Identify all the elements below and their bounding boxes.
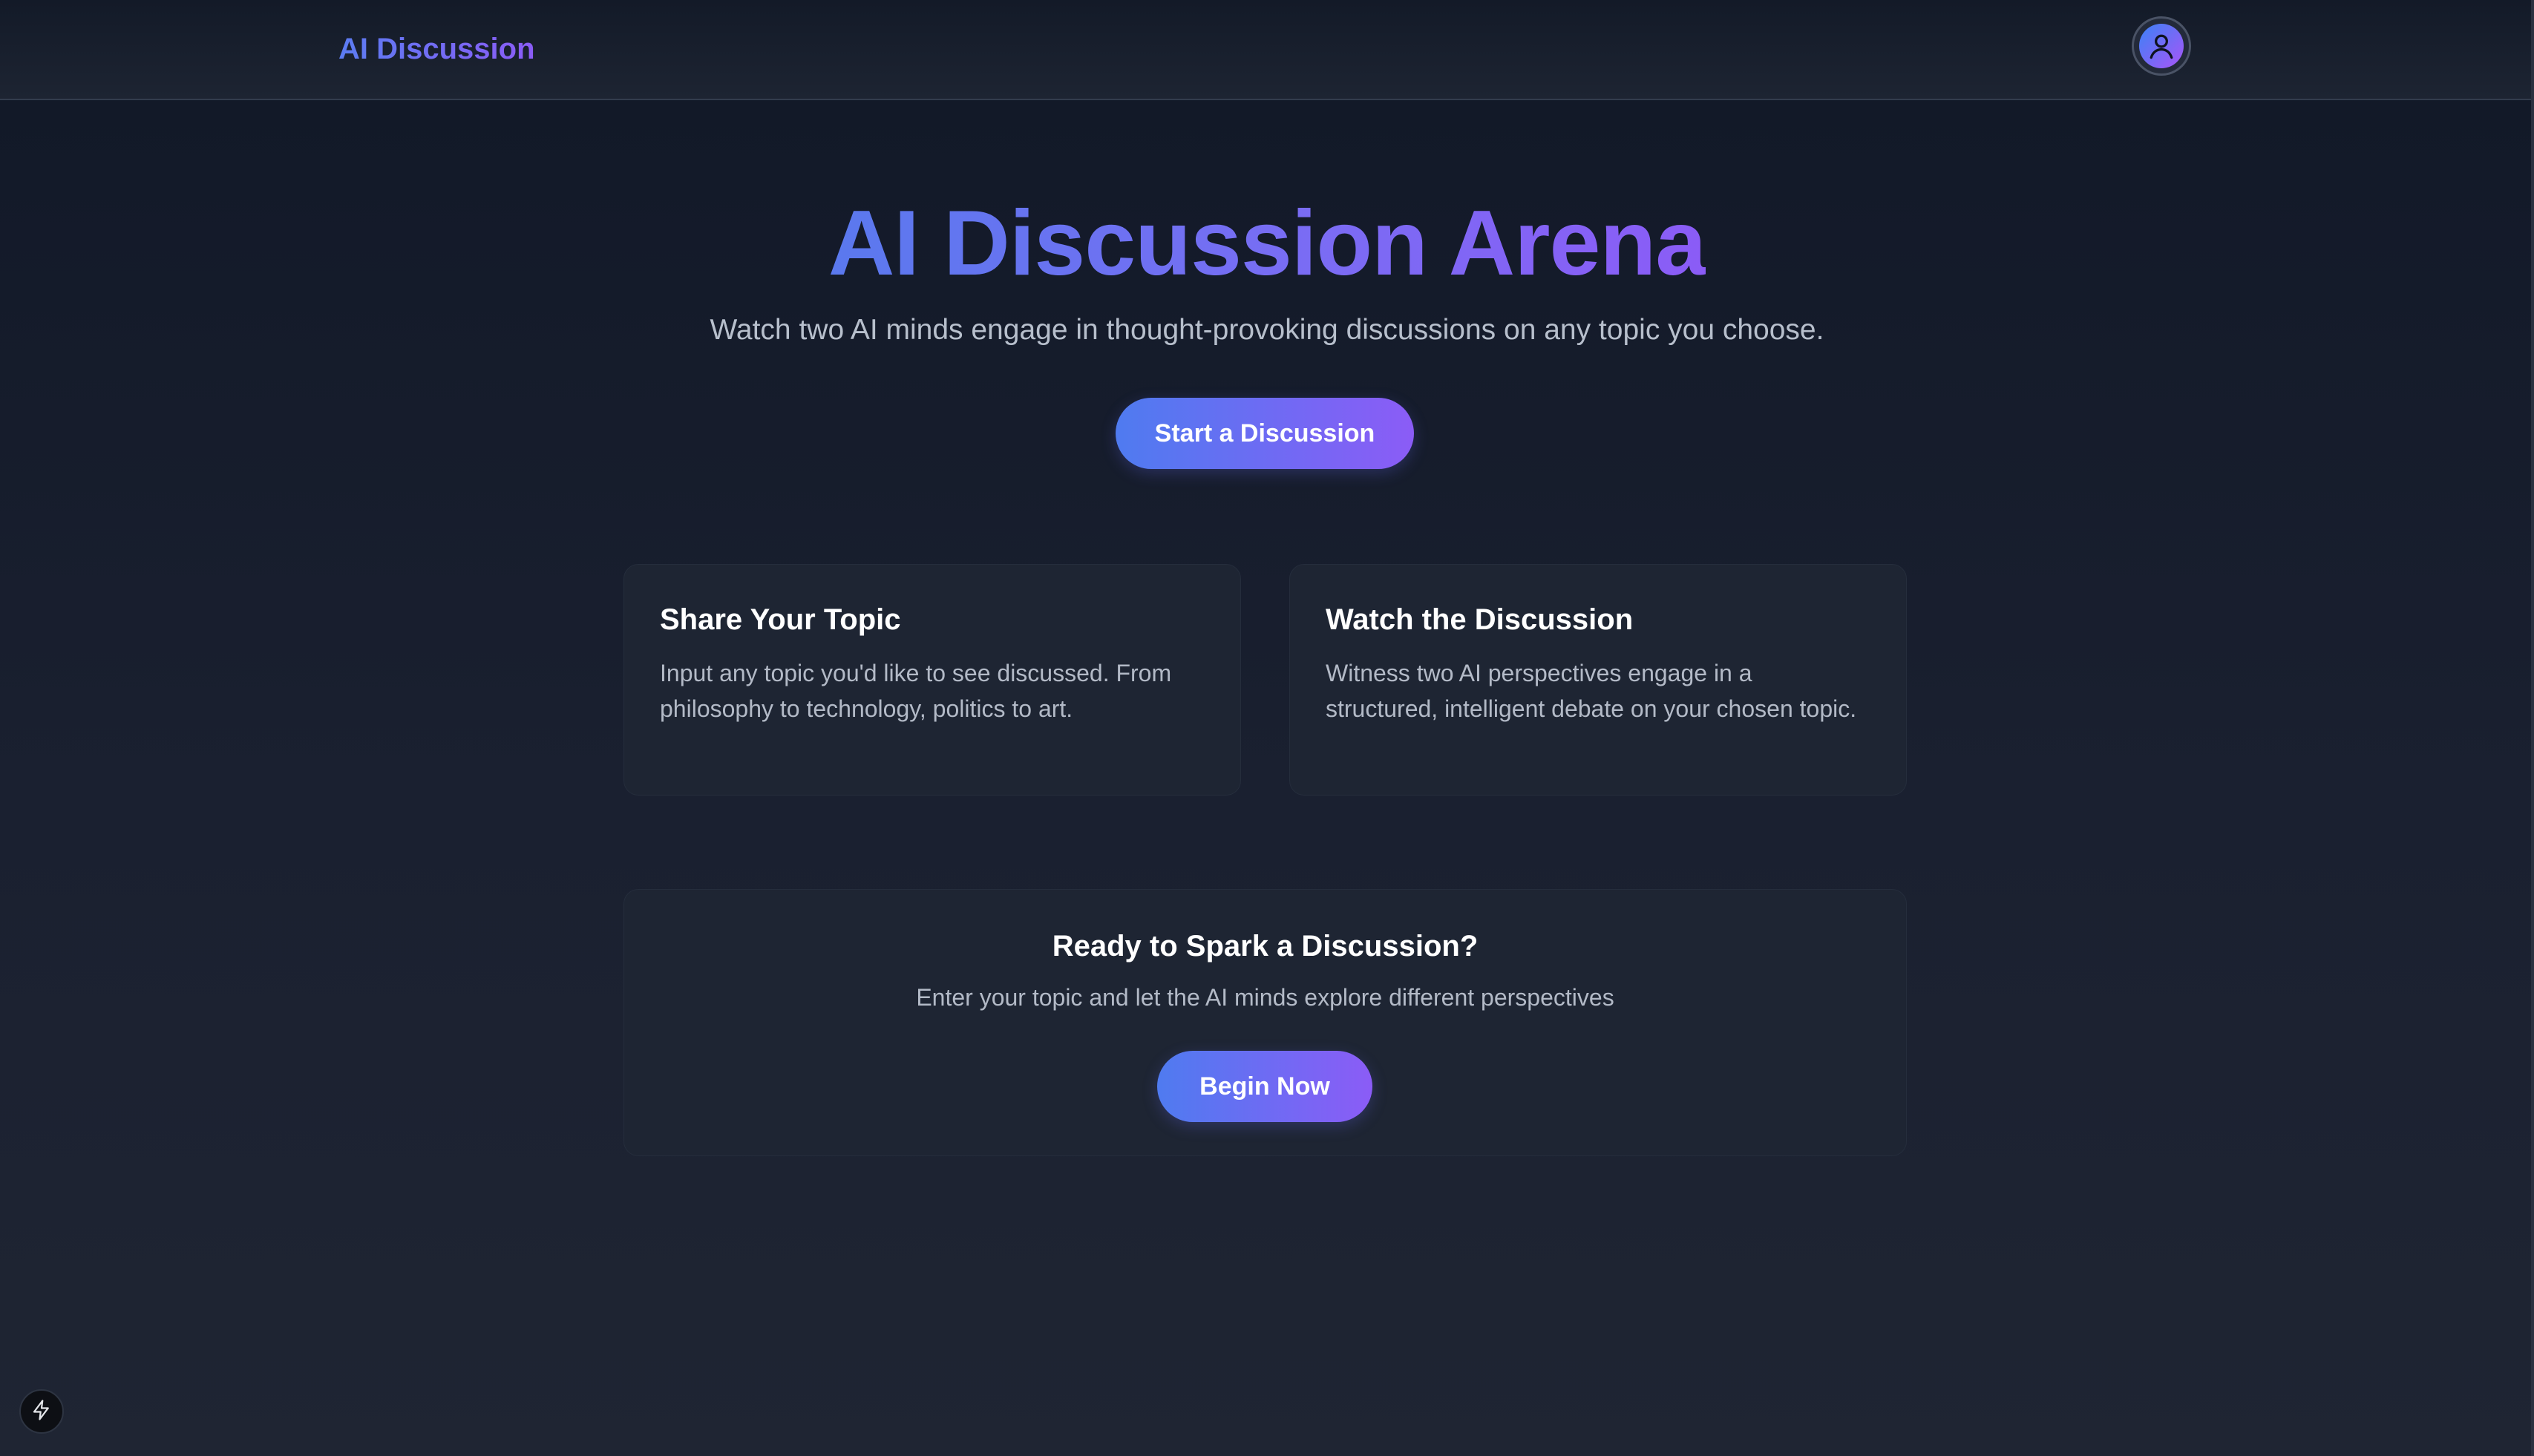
feature-card-watch-discussion: Watch the Discussion Witness two AI pers… (1289, 564, 1907, 796)
window-edge-divider (2531, 0, 2534, 1456)
lightning-bolt-icon (30, 1399, 53, 1425)
user-icon (2139, 24, 2184, 68)
feature-card-description: Input any topic you'd like to see discus… (660, 660, 1172, 722)
lightning-bolt-button[interactable] (19, 1389, 64, 1434)
cta-title: Ready to Spark a Discussion? (1052, 930, 1479, 963)
cta-subtitle: Enter your topic and let the AI minds ex… (916, 984, 1614, 1011)
feature-card-share-topic: Share Your Topic Input any topic you'd l… (623, 564, 1241, 796)
feature-card-title: Share Your Topic (660, 603, 901, 636)
feature-card-description: Witness two AI perspectives engage in a … (1326, 660, 1857, 722)
begin-now-button[interactable]: Begin Now (1157, 1051, 1372, 1122)
brand-logo-text[interactable]: AI Discussion (338, 30, 535, 68)
hero-subtitle: Watch two AI minds engage in thought-pro… (710, 314, 1824, 346)
start-discussion-button[interactable]: Start a Discussion (1116, 398, 1414, 469)
hero-title-text: AI Discussion Arena (828, 192, 1706, 295)
top-navigation-bar: AI Discussion (0, 0, 2534, 100)
feature-card-title: Watch the Discussion (1326, 603, 1634, 636)
user-avatar-button[interactable] (2132, 16, 2191, 76)
hero-title: AI Discussion Arena (0, 191, 2534, 295)
